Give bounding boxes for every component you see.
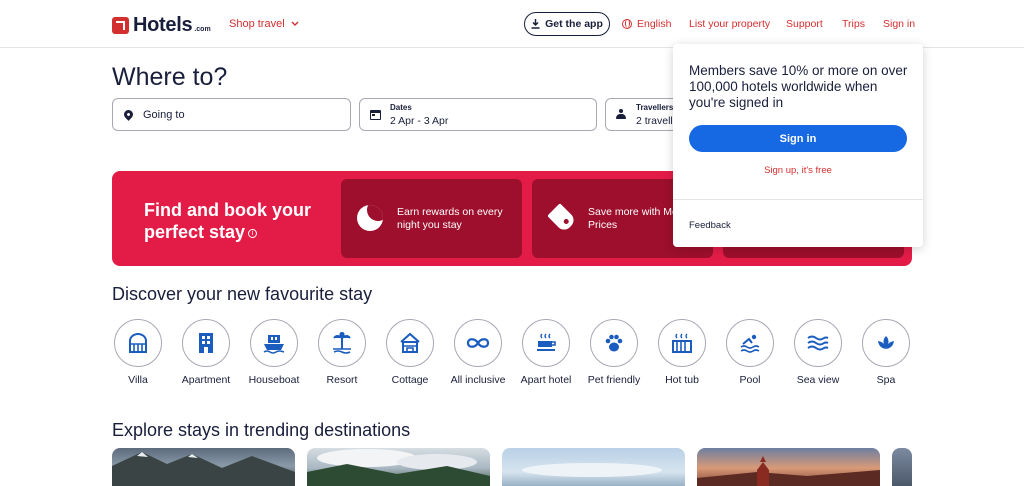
category-label: Sea view bbox=[796, 374, 840, 386]
info-icon[interactable]: i bbox=[248, 228, 258, 238]
page-title: Where to? bbox=[112, 63, 228, 91]
moon-icon bbox=[357, 205, 383, 231]
logo-text: Hotels bbox=[133, 14, 193, 36]
logo-suffix: .com bbox=[194, 26, 211, 33]
globe-icon bbox=[622, 19, 632, 29]
destination-card[interactable] bbox=[697, 448, 880, 486]
banner-title: Find and book your perfect stay i bbox=[144, 199, 334, 243]
person-icon bbox=[616, 109, 626, 120]
shop-travel-menu[interactable]: Shop travel bbox=[229, 18, 299, 30]
hot-tub-icon bbox=[672, 333, 692, 353]
paw-icon bbox=[605, 334, 623, 352]
destination-field[interactable]: Going to bbox=[112, 98, 351, 131]
category-sea-view[interactable]: Sea view bbox=[784, 319, 852, 387]
category-hot-tub[interactable]: Hot tub bbox=[648, 319, 716, 387]
trips-link[interactable]: Trips bbox=[842, 18, 865, 30]
destination-card[interactable] bbox=[112, 448, 295, 486]
list-property-link[interactable]: List your property bbox=[689, 18, 770, 30]
category-label: Resort bbox=[326, 374, 358, 386]
destination-card[interactable] bbox=[307, 448, 490, 486]
category-apart-hotel[interactable]: Apart hotel bbox=[512, 319, 580, 387]
sign-in-popup: Members save 10% or more on over 100,000… bbox=[673, 44, 923, 247]
category-label: Cottage bbox=[391, 374, 429, 386]
category-label: Houseboat bbox=[248, 374, 300, 386]
discover-title: Discover your new favourite stay bbox=[112, 284, 373, 304]
hotels-logo[interactable]: Hotels .com bbox=[112, 14, 211, 37]
popup-sign-in-button[interactable]: Sign in bbox=[689, 125, 907, 152]
category-label: Pet friendly bbox=[587, 374, 641, 386]
sign-in-link[interactable]: Sign in bbox=[883, 18, 915, 30]
banner-title-text: Find and book your perfect stay bbox=[144, 200, 311, 242]
apartment-icon bbox=[199, 333, 213, 353]
category-houseboat[interactable]: Houseboat bbox=[240, 319, 308, 387]
get-app-label: Get the app bbox=[545, 18, 603, 30]
destination-card[interactable] bbox=[502, 448, 685, 486]
tag-icon bbox=[547, 203, 577, 233]
shop-travel-label: Shop travel bbox=[229, 18, 285, 30]
logo-icon bbox=[112, 17, 129, 34]
apart-hotel-icon bbox=[537, 333, 556, 351]
villa-icon bbox=[129, 333, 147, 353]
spa-icon bbox=[878, 336, 894, 349]
blue-sky-photo bbox=[522, 463, 662, 477]
member-message: Members save 10% or more on over 100,000… bbox=[689, 63, 908, 110]
explore-title: Explore stays in trending destinations bbox=[112, 420, 411, 440]
destination-card[interactable] bbox=[892, 448, 912, 486]
mountain-photo bbox=[112, 452, 295, 486]
temple-sunset-photo bbox=[697, 456, 880, 486]
waves-icon bbox=[807, 335, 829, 351]
category-label: Apartment bbox=[181, 374, 231, 386]
category-apartment[interactable]: Apartment bbox=[172, 319, 240, 387]
category-cottage[interactable]: Cottage bbox=[376, 319, 444, 387]
category-label: Spa bbox=[876, 374, 896, 386]
infinity-icon bbox=[466, 338, 490, 348]
destination-placeholder: Going to bbox=[143, 108, 185, 121]
houseboat-icon bbox=[263, 335, 285, 354]
get-app-button[interactable]: Get the app bbox=[524, 12, 610, 36]
calendar-icon bbox=[369, 109, 381, 120]
language-label: English bbox=[637, 18, 672, 30]
category-label: Pool bbox=[739, 374, 761, 386]
cottage-icon bbox=[400, 332, 420, 353]
category-all-inclusive[interactable]: All inclusive bbox=[444, 319, 512, 387]
resort-icon bbox=[333, 332, 351, 354]
cloudy-valley-photo bbox=[307, 449, 490, 486]
divider bbox=[673, 199, 923, 200]
top-header: Hotels .com Shop travel Get the app Engl… bbox=[0, 0, 1024, 48]
dates-field[interactable]: Dates 2 Apr - 3 Apr bbox=[359, 98, 597, 131]
category-label: Apart hotel bbox=[520, 374, 572, 386]
dates-label: Dates bbox=[390, 102, 412, 112]
rewards-card-text: Earn rewards on every night you stay bbox=[397, 206, 503, 231]
category-resort[interactable]: Resort bbox=[308, 319, 376, 387]
feedback-link[interactable]: Feedback bbox=[689, 220, 731, 231]
dates-value: 2 Apr - 3 Apr bbox=[390, 114, 449, 127]
category-label: All inclusive bbox=[450, 374, 506, 386]
category-label: Villa bbox=[128, 374, 148, 386]
category-label: Hot tub bbox=[665, 374, 699, 386]
category-pool[interactable]: Pool bbox=[716, 319, 784, 387]
sign-up-link[interactable]: Sign up, it's free bbox=[673, 165, 923, 176]
chevron-down-icon bbox=[291, 21, 299, 26]
pool-icon bbox=[740, 334, 760, 353]
category-pet-friendly[interactable]: Pet friendly bbox=[580, 319, 648, 387]
category-villa[interactable]: Villa bbox=[104, 319, 172, 387]
language-selector[interactable]: English bbox=[622, 18, 671, 30]
support-link[interactable]: Support bbox=[786, 18, 823, 30]
rewards-card[interactable]: Earn rewards on every night you stay bbox=[341, 179, 522, 258]
category-spa[interactable]: Spa bbox=[852, 319, 920, 387]
location-pin-icon bbox=[121, 108, 135, 121]
download-icon bbox=[531, 19, 540, 29]
